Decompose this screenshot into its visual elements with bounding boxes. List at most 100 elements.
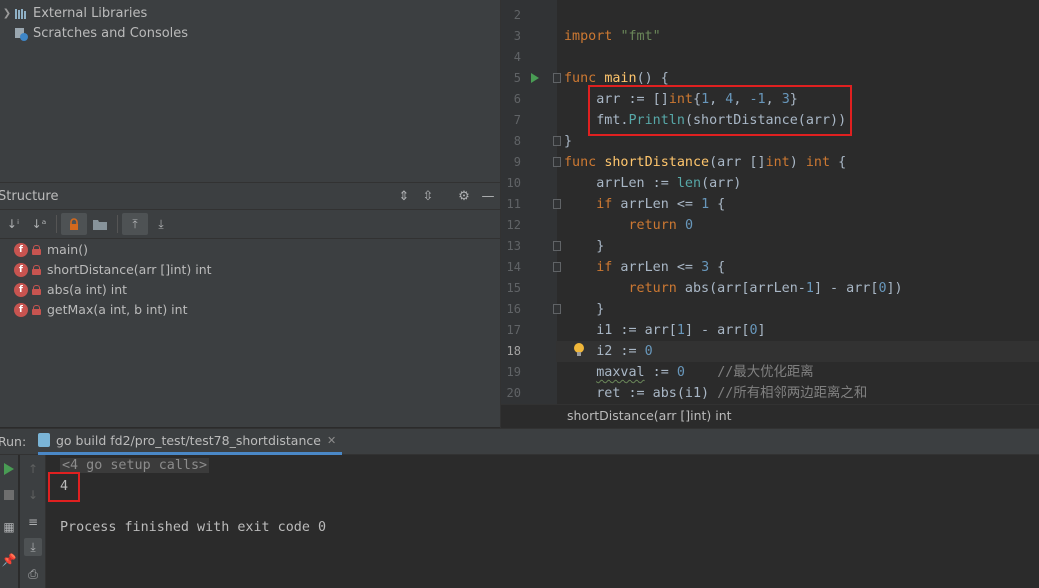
line-number: 19 [506,365,521,379]
line-number: 16 [506,302,521,316]
structure-toolbar: ↓ⁱ ↓ᵃ ⤒ ⤓ [0,210,500,239]
code-line: maxval := 0 //最大优化距离 [596,365,814,380]
fold-icon[interactable] [553,136,561,146]
rerun-icon[interactable] [0,460,18,478]
line-number: 9 [513,155,521,169]
close-icon[interactable]: ✕ [327,434,336,447]
fold-icon[interactable] [553,73,561,83]
code-line: return abs(arr[arrLen-1] - arr[0]) [628,281,903,296]
sort-by-visibility-icon[interactable]: ↓ⁱ [0,213,26,235]
chevron-right-icon[interactable]: ❯ [0,4,14,24]
up-arrow-icon[interactable]: ↑ [24,460,42,478]
soft-wrap-icon[interactable]: ≡ [24,513,42,531]
folder-icon[interactable] [87,213,113,235]
structure-item-label: getMax(a int, b int) int [47,302,188,317]
structure-title: Structure [0,188,59,204]
intention-bulb-icon[interactable] [574,343,584,356]
collapse-all-icon[interactable]: ⇳ [416,187,440,207]
stop-icon[interactable] [0,486,18,504]
line-number: 13 [506,239,521,253]
lock-icon [32,265,41,275]
highlight-box [588,85,852,136]
show-non-public-icon[interactable] [61,213,87,235]
code-line: i1 := arr[1] - arr[0] [564,323,766,338]
line-number: 8 [513,134,521,148]
line-number: 14 [506,260,521,274]
project-item-scratches[interactable]: Scratches and Consoles [14,24,188,44]
structure-panel: Structure ⇕ ⇳ ⚙ — ↓ⁱ ↓ᵃ ⤒ ⤓ f main() f s… [0,182,500,427]
line-number: 5 [513,71,521,85]
code-line-current: i2 := 0 [556,341,1039,362]
structure-item-label: main() [47,242,88,257]
line-number: 7 [513,113,521,127]
line-number: 11 [506,197,521,211]
code-line: if arrLen <= 1 { [596,197,726,212]
fold-icon[interactable] [553,199,561,209]
line-number: 12 [506,218,521,232]
code-line: } [564,302,605,317]
run-label: Run: [0,434,27,449]
project-item-label: Scratches and Consoles [33,26,189,41]
highlight-box [48,472,80,502]
run-gutter-icon[interactable] [531,73,539,83]
sort-alphabetically-icon[interactable]: ↓ᵃ [26,213,52,235]
run-toolbar-primary: ▦ 📌 [0,455,18,588]
line-number: 6 [513,92,521,106]
fold-icon[interactable] [553,241,561,251]
scroll-to-end-icon[interactable]: ⤓ [24,538,42,556]
structure-item-main[interactable]: f main() [14,240,88,260]
console-finished-message: Process finished with exit code 0 [60,520,327,535]
line-number: 20 [506,386,521,400]
code-line: return 0 [628,218,694,233]
line-number: 4 [513,50,521,64]
run-tab[interactable]: go build fd2/pro_test/test78_shortdistan… [38,428,343,455]
code-line: ret := abs(i1) //所有相邻两边距离之和 [564,386,868,401]
structure-header: Structure ⇕ ⇳ ⚙ — [0,183,500,210]
run-toolbar-secondary: ↑ ↓ ≡ ⤓ ⎙ [20,455,46,588]
line-number: 2 [513,8,521,22]
code-line: func shortDistance(arr []int) int { [564,155,847,170]
code-line: arrLen := len(arr) [564,176,742,191]
code-editor[interactable]: 2 3 4 5 6 7 8 9 10 11 12 13 14 15 16 17 … [500,0,1039,404]
console-setup-calls[interactable]: <4 go setup calls> [60,456,210,476]
code-line: if arrLen <= 3 { [596,260,726,275]
lock-icon [32,305,41,315]
code-line: import "fmt" [564,29,661,44]
autoscroll-from-source-icon[interactable]: ⤓ [148,213,174,235]
expand-all-icon[interactable]: ⇕ [392,187,416,207]
structure-item-abs[interactable]: f abs(a int) int [14,280,127,300]
project-panel: ❯ External Libraries Scratches and Conso… [0,0,500,182]
library-icon [14,7,28,21]
fold-icon[interactable] [553,157,561,167]
go-file-icon [38,433,50,447]
fold-icon[interactable] [553,304,561,314]
pin-icon[interactable]: 📌 [0,551,18,569]
function-icon: f [14,303,28,317]
run-tab-title: go build fd2/pro_test/test78_shortdistan… [56,432,321,448]
minimize-icon[interactable]: — [476,187,500,207]
function-icon: f [14,243,28,257]
layout-icon[interactable]: ▦ [0,518,18,536]
function-icon: f [14,283,28,297]
lock-icon [32,245,41,255]
fold-icon[interactable] [553,262,561,272]
structure-item-label: shortDistance(arr []int) int [47,262,212,277]
run-header: Run: go build fd2/pro_test/test78_shortd… [0,428,1039,455]
autoscroll-to-source-icon[interactable]: ⤒ [122,213,148,235]
console-output[interactable]: <4 go setup calls> 4 Process finished wi… [47,455,1039,588]
code-line: } [564,239,605,254]
gear-icon[interactable]: ⚙ [452,187,476,207]
print-icon[interactable]: ⎙ [24,565,42,583]
project-item-external-libraries[interactable]: ❯ External Libraries [0,4,147,24]
project-item-label: External Libraries [33,6,148,21]
structure-item-label: abs(a int) int [47,282,128,297]
scratches-icon [14,27,28,41]
editor-gutter: 2 3 4 5 6 7 8 9 10 11 12 13 14 15 16 17 … [501,0,561,404]
structure-item-shortdistance[interactable]: f shortDistance(arr []int) int [14,260,212,280]
line-number: 17 [506,323,521,337]
down-arrow-icon[interactable]: ↓ [24,486,42,504]
line-number-current: 18 [506,344,521,358]
structure-item-getmax[interactable]: f getMax(a int, b int) int [14,300,187,320]
breadcrumb[interactable]: shortDistance(arr []int) int [500,404,1039,428]
line-number: 15 [506,281,521,295]
